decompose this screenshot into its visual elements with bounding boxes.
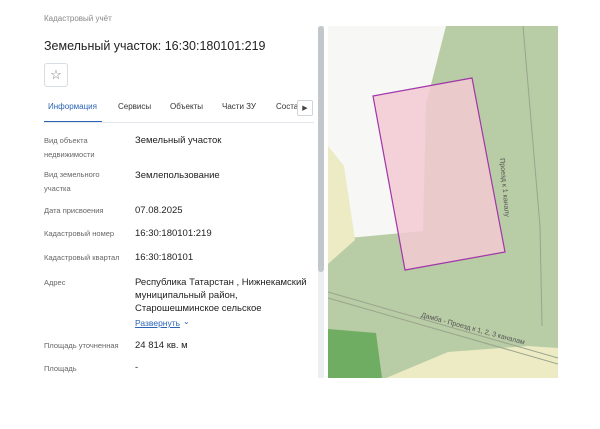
chevron-down-icon[interactable]: ⌄ [183,317,190,326]
field-label-assign-date: Дата присвоения [44,206,104,215]
field-value-area-refined: 24 814 кв. м [135,340,188,351]
tab-composition[interactable]: Состав [276,102,298,111]
field-value-assign-date: 07.08.2025 [135,205,183,216]
tab-bar: Информация Сервисы Объекты Части ЗУ Сост… [44,96,298,122]
map-canvas[interactable] [328,26,558,378]
field-value-cadastral-number: 16:30:180101:219 [135,228,212,239]
favorite-button[interactable]: ☆ [44,63,68,87]
field-label-object-type: Вид объекта недвижимости [44,136,95,159]
tab-parts[interactable]: Части ЗУ [222,102,256,111]
field-label-area: Площадь [44,364,77,373]
tab-information[interactable]: Информация [48,102,97,111]
info-panel: Кадастровый учёт Земельный участок: 16:3… [0,0,326,378]
field-label-area-refined: Площадь уточненная [44,341,119,350]
field-value-cadastral-quarter: 16:30:180101 [135,252,194,263]
tabs-scroll-right-button[interactable]: ▶ [297,100,313,116]
breadcrumb[interactable]: Кадастровый учёт [44,14,112,24]
map-view[interactable]: Проезд к 1 каналу Дамба - Проезд к 1, 2,… [328,26,558,378]
field-label-address: Адрес [44,278,66,287]
field-label-parcel-type: Вид земельного участка [44,170,100,193]
tab-services[interactable]: Сервисы [118,102,151,111]
star-icon: ☆ [50,67,62,82]
field-label-cadastral-quarter: Кадастровый квартал [44,253,120,262]
field-label-cadastral-number: Кадастровый номер [44,229,115,238]
field-value-parcel-type: Землепользование [135,170,220,181]
field-value-address: Республика Татарстан , Нижнекамский муни… [135,277,307,314]
tab-objects[interactable]: Объекты [170,102,203,111]
map-dark-green-area [328,329,382,378]
expand-address-link[interactable]: Развернуть [135,318,180,328]
field-value-object-type: Земельный участок [135,135,222,146]
page-title: Земельный участок: 16:30:180101:219 [44,39,266,53]
field-value-area: - [135,362,139,373]
panel-scrollbar-thumb[interactable] [318,26,324,272]
chevron-right-icon: ▶ [302,105,308,112]
tabs-divider [44,122,314,123]
